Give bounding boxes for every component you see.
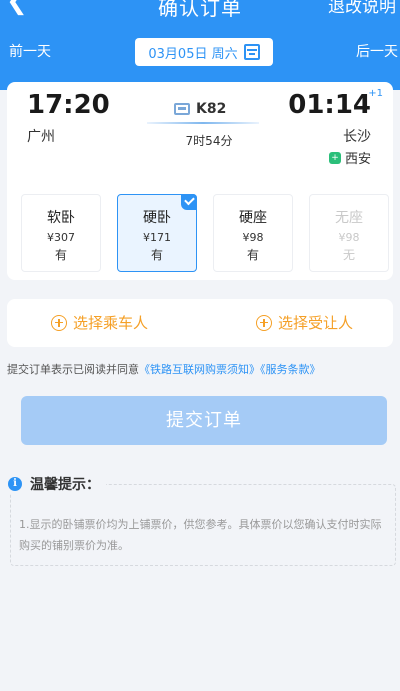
seat-price: ¥307 (47, 231, 75, 244)
train-icon (174, 103, 190, 115)
seat-option-hard-sleeper[interactable]: 硬卧 ¥171 有 (117, 194, 197, 272)
service-terms-link[interactable]: 《服务条款》 (260, 363, 321, 376)
train-info-card: 17:20 广州 K82 7时54分 01:14 +1 长沙 + 西安 软卧 ¥… (7, 82, 393, 280)
add-circle-icon (256, 314, 272, 331)
refund-policy-link[interactable]: 退改说明 (328, 0, 396, 17)
select-beneficiary-label: 选择受让人 (278, 314, 354, 332)
seat-option-soft-sleeper[interactable]: 软卧 ¥307 有 (21, 194, 101, 272)
info-icon: i (8, 477, 22, 491)
prev-day-button[interactable]: 前一天 (9, 41, 51, 61)
submit-order-button[interactable]: 提交订单 (21, 396, 387, 445)
via-station-label: 西安 (344, 152, 371, 167)
seat-price: ¥98 (242, 231, 264, 244)
arrival-day-offset: +1 (368, 88, 383, 99)
seat-name: 软卧 (47, 210, 75, 226)
seat-name: 硬座 (239, 210, 267, 226)
train-number-label: K82 (196, 101, 227, 117)
check-icon (181, 194, 197, 210)
ticket-notice-link[interactable]: 《铁路互联网购票须知》 (139, 363, 260, 376)
seat-option-hard-seat[interactable]: 硬座 ¥98 有 (213, 194, 293, 272)
train-number: K82 (174, 101, 226, 117)
via-station: + 西安 (328, 148, 371, 167)
agreement-prefix: 提交订单表示已阅读并同意 (7, 363, 139, 376)
select-beneficiary-button[interactable]: 选择受让人 (256, 312, 353, 333)
select-passenger-button[interactable]: 选择乘车人 (51, 312, 148, 333)
seat-options: 软卧 ¥307 有 硬卧 ¥171 有 硬座 ¥98 有 无座 ¥98 无 (21, 194, 393, 274)
seat-availability: 无 (342, 248, 355, 262)
route-line (147, 122, 259, 124)
seat-availability: 有 (54, 248, 67, 262)
seat-availability: 有 (150, 248, 163, 262)
calendar-icon (243, 44, 260, 60)
arrival-station: 长沙 (343, 129, 371, 145)
add-circle-icon (51, 314, 67, 331)
date-label: 03月05日 周六 (148, 46, 238, 62)
date-picker[interactable]: 03月05日 周六 (135, 38, 273, 66)
next-day-button[interactable]: 后一天 (356, 41, 398, 61)
tips-text: 1.显示的卧铺票价均为上铺票价，供您参考。具体票价以您确认支付时实际购买的铺别票… (19, 518, 382, 552)
passenger-selection-card: 选择乘车人 选择受让人 (7, 299, 393, 347)
arrival-time: 01:14 (288, 90, 371, 120)
seat-name: 硬卧 (143, 210, 171, 226)
agreement-text: 提交订单表示已阅读并同意《铁路互联网购票须知》《服务条款》 (7, 361, 397, 377)
seat-price: ¥171 (143, 231, 171, 244)
departure-time: 17:20 (27, 90, 110, 120)
seat-option-no-seat: 无座 ¥98 无 (309, 194, 389, 272)
tips-title: 温馨提示： (30, 477, 100, 493)
header-bar: ❮ 确认订单 退改说明 前一天 03月05日 周六 后一天 (0, 0, 400, 90)
duration: 7时54分 (185, 134, 233, 148)
seat-price: ¥98 (338, 231, 360, 244)
tips-header: i 温馨提示： (8, 474, 106, 494)
via-icon: + (328, 151, 341, 164)
seat-name: 无座 (335, 210, 363, 226)
seat-availability: 有 (246, 248, 259, 262)
select-passenger-label: 选择乘车人 (73, 314, 149, 332)
departure-station: 广州 (27, 129, 55, 145)
